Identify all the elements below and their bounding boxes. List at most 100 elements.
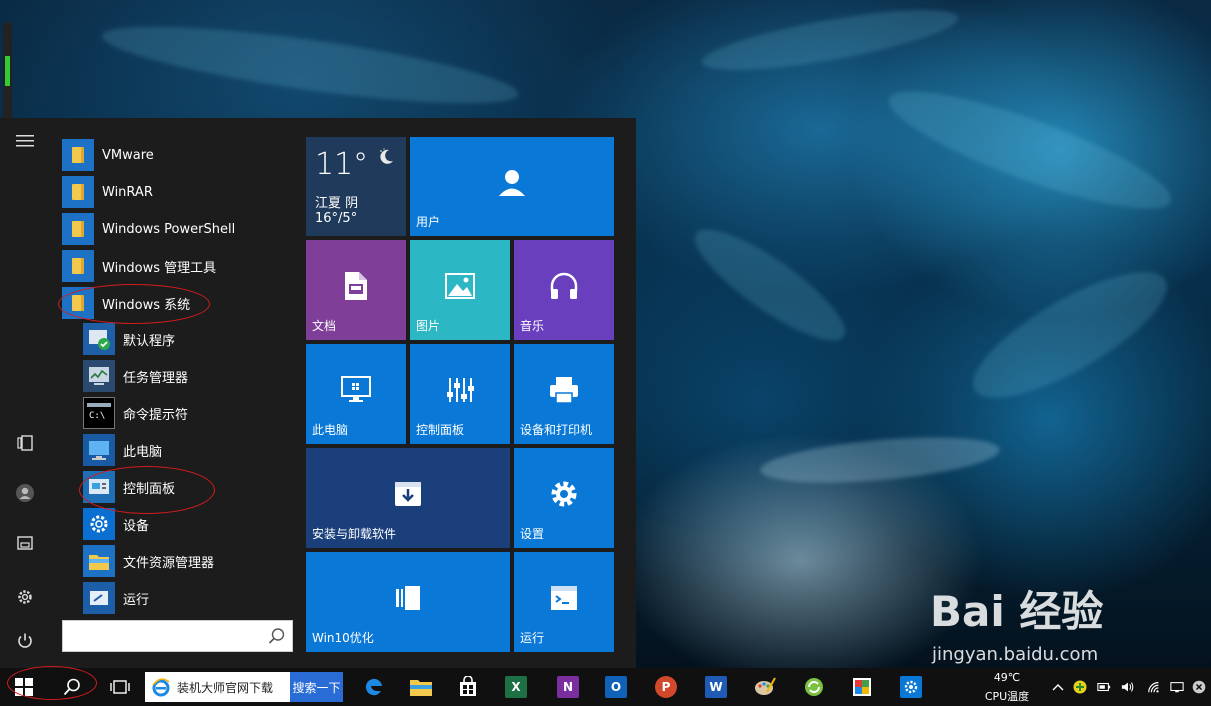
tile-pictures[interactable]: 图片 bbox=[410, 240, 510, 340]
photo-app-icon[interactable] bbox=[842, 668, 882, 706]
search-icon bbox=[268, 628, 285, 644]
excel-icon[interactable]: X bbox=[496, 668, 536, 706]
tile-settings[interactable]: 设置 bbox=[514, 448, 614, 548]
sliders-icon bbox=[444, 375, 476, 405]
app-item-powershell[interactable]: Windows PowerShell bbox=[62, 212, 297, 246]
wifi-icon[interactable] bbox=[1147, 680, 1161, 694]
task-view-button[interactable] bbox=[100, 668, 140, 706]
tile-run[interactable]: 运行 bbox=[514, 552, 614, 652]
show-hidden-icons-button[interactable] bbox=[1051, 680, 1065, 694]
start-button[interactable] bbox=[4, 668, 44, 706]
user-icon bbox=[496, 167, 528, 199]
app-label: WinRAR bbox=[102, 184, 153, 200]
this-pc-icon bbox=[83, 434, 115, 466]
computer-monitor-icon bbox=[340, 375, 372, 405]
edge-icon[interactable] bbox=[354, 668, 394, 706]
tile-devices-printers[interactable]: 设备和打印机 bbox=[514, 344, 614, 444]
folder-icon bbox=[62, 139, 94, 171]
hamburger-menu-button[interactable] bbox=[10, 126, 40, 156]
win10-optimize-icon bbox=[392, 584, 424, 612]
tile-documents[interactable]: 文档 bbox=[306, 240, 406, 340]
app-label: 此电脑 bbox=[123, 444, 163, 460]
tile-label: 控制面板 bbox=[416, 423, 465, 437]
app-label: VMware bbox=[102, 147, 154, 163]
app-label: 默认程序 bbox=[123, 333, 176, 349]
file-explorer-icon[interactable] bbox=[401, 668, 441, 706]
settings-icon[interactable] bbox=[891, 668, 931, 706]
moon-icon bbox=[380, 148, 393, 164]
svg-text:C:\: C:\ bbox=[89, 411, 105, 421]
tile-label: 设置 bbox=[520, 527, 545, 541]
tile-control-panel[interactable]: 控制面板 bbox=[410, 344, 510, 444]
taskbar-web-search: 搜索一下 bbox=[145, 672, 343, 702]
web-search-button[interactable]: 搜索一下 bbox=[290, 672, 343, 702]
onenote-icon[interactable]: N bbox=[548, 668, 588, 706]
volume-icon[interactable] bbox=[1121, 680, 1135, 694]
app-item-admin-tools[interactable]: Windows 管理工具 bbox=[62, 249, 297, 283]
task-manager-icon bbox=[83, 360, 115, 392]
refresh-app-icon[interactable] bbox=[794, 668, 834, 706]
gear-icon bbox=[548, 478, 580, 510]
powerpoint-icon[interactable]: P bbox=[646, 668, 686, 706]
headphones-icon bbox=[548, 271, 580, 301]
close-icon[interactable] bbox=[1192, 680, 1206, 694]
tray-app-icon[interactable] bbox=[1073, 680, 1087, 694]
app-item-control-panel[interactable]: 控制面板 bbox=[83, 470, 297, 504]
web-search-input[interactable] bbox=[177, 680, 295, 694]
install-box-icon bbox=[392, 479, 424, 509]
app-item-file-explorer[interactable]: 文件资源管理器 bbox=[83, 544, 297, 578]
start-search-input[interactable] bbox=[63, 621, 263, 651]
store-icon[interactable] bbox=[448, 668, 488, 706]
app-item-winrar[interactable]: WinRAR bbox=[62, 175, 297, 209]
user-account-button[interactable] bbox=[10, 478, 40, 508]
cpu-temperature: 49℃ bbox=[993, 671, 1021, 684]
user-avatar-icon bbox=[16, 484, 34, 502]
tile-user[interactable]: 用户 bbox=[410, 137, 614, 236]
tile-label: 音乐 bbox=[520, 319, 545, 333]
start-menu: VMware WinRAR Windows PowerShell Windows… bbox=[0, 118, 636, 668]
tile-win10-optimize[interactable]: Win10优化 bbox=[306, 552, 510, 652]
run-icon bbox=[83, 582, 115, 614]
app-label: Windows 系统 bbox=[102, 297, 191, 313]
weather-city: 江夏 阴 bbox=[315, 196, 359, 211]
battery-icon[interactable] bbox=[1097, 680, 1111, 694]
control-panel-icon bbox=[83, 471, 115, 503]
picture-icon bbox=[444, 272, 476, 300]
windows-logo-icon bbox=[15, 678, 33, 696]
tablet-mode-button[interactable] bbox=[10, 428, 40, 458]
app-label: Windows 管理工具 bbox=[102, 260, 217, 276]
settings-rail-button[interactable] bbox=[10, 582, 40, 612]
file-explorer-icon bbox=[83, 545, 115, 577]
app-label: Windows PowerShell bbox=[102, 221, 236, 237]
app-item-task-manager[interactable]: 任务管理器 bbox=[83, 359, 297, 393]
tile-music[interactable]: 音乐 bbox=[514, 240, 614, 340]
cortana-search-button[interactable] bbox=[52, 668, 92, 706]
tablet-icon bbox=[17, 435, 33, 451]
task-view-icon bbox=[110, 680, 130, 694]
network-icon[interactable] bbox=[1170, 680, 1184, 694]
app-item-devices[interactable]: 设备 bbox=[83, 507, 297, 541]
tile-weather[interactable]: 11° 江夏 阴 16°/5° bbox=[306, 137, 406, 236]
tile-install-uninstall[interactable]: 安装与卸载软件 bbox=[306, 448, 510, 548]
app-item-command-prompt[interactable]: C:\ 命令提示符 bbox=[83, 396, 297, 430]
ie-icon bbox=[149, 675, 173, 699]
documents-icon bbox=[17, 536, 33, 550]
cpu-temperature-label: CPU温度 bbox=[984, 690, 1030, 703]
word-icon[interactable]: W bbox=[696, 668, 736, 706]
documents-rail-button[interactable] bbox=[10, 528, 40, 558]
start-search-box[interactable] bbox=[62, 620, 293, 652]
app-item-default-programs[interactable]: 默认程序 bbox=[83, 322, 297, 356]
app-item-this-pc[interactable]: 此电脑 bbox=[83, 433, 297, 467]
side-gadget-meter bbox=[3, 22, 12, 122]
tile-label: 此电脑 bbox=[312, 423, 349, 437]
app-item-windows-system[interactable]: Windows 系统 bbox=[62, 286, 297, 320]
app-item-run[interactable]: 运行 bbox=[83, 581, 297, 615]
app-label: 设备 bbox=[123, 518, 150, 534]
tile-label: 安装与卸载软件 bbox=[312, 527, 397, 541]
app-item-vmware[interactable]: VMware bbox=[62, 138, 297, 172]
paint-icon[interactable] bbox=[745, 668, 785, 706]
outlook-icon[interactable]: O bbox=[596, 668, 636, 706]
folder-icon bbox=[62, 213, 94, 245]
power-button[interactable] bbox=[10, 626, 40, 656]
tile-this-pc[interactable]: 此电脑 bbox=[306, 344, 406, 444]
